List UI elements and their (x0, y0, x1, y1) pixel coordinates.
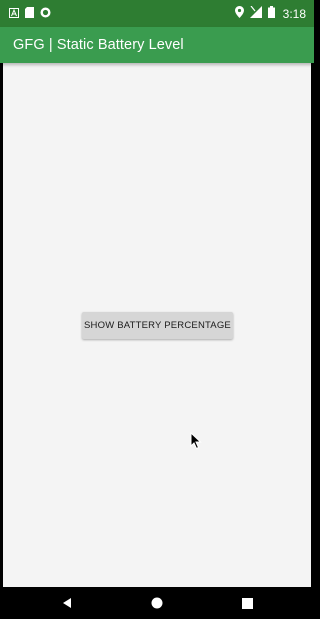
status-time: 3:18 (282, 6, 306, 21)
home-icon[interactable] (150, 596, 164, 610)
status-right-icons: 3:18 (234, 5, 306, 23)
mouse-cursor-icon (190, 431, 202, 450)
status-bar: 3:18 (0, 0, 314, 27)
back-icon[interactable] (60, 596, 74, 610)
sync-circle-icon (40, 5, 51, 23)
signal-no-data-icon (249, 5, 262, 23)
phone-screen: 3:18 GFG | Static Battery Level SHOW BAT… (0, 0, 314, 619)
status-left-icons (9, 5, 51, 23)
app-bar: GFG | Static Battery Level (0, 27, 314, 63)
show-battery-percentage-button[interactable]: SHOW BATTERY PERCENTAGE (82, 312, 233, 339)
main-content: SHOW BATTERY PERCENTAGE (3, 63, 311, 587)
recents-icon[interactable] (240, 596, 254, 610)
app-title: GFG | Static Battery Level (13, 37, 184, 53)
battery-icon (267, 5, 275, 23)
sd-card-icon (25, 5, 34, 23)
navigation-bar (0, 587, 314, 619)
notification-a-icon (9, 5, 19, 23)
location-pin-icon (234, 5, 244, 23)
